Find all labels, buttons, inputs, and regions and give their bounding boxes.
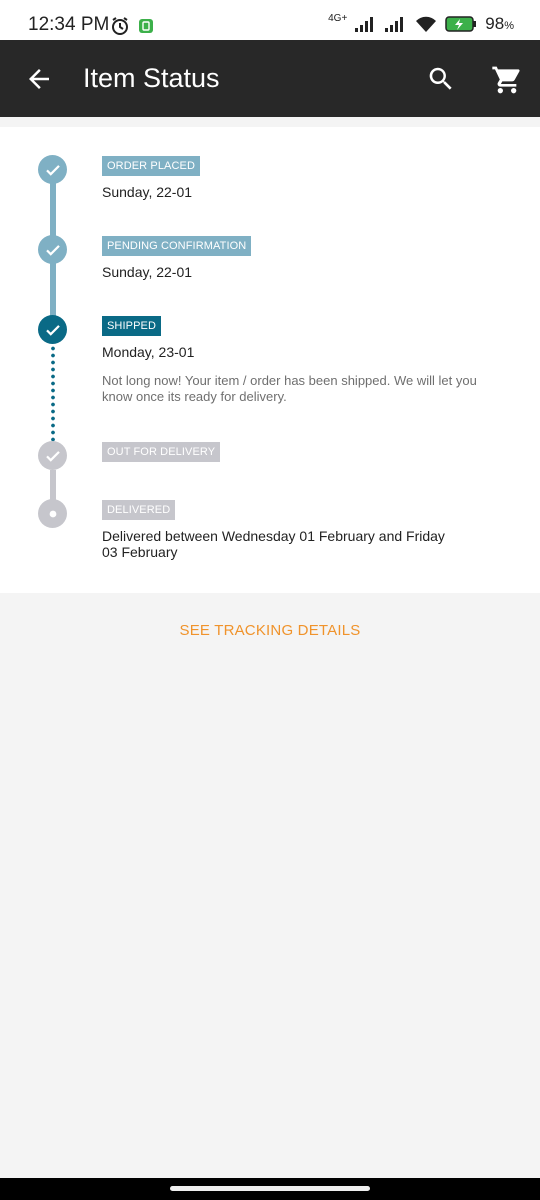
battery-level: 98	[485, 14, 505, 33]
status-badge-pending-confirmation: PENDING CONFIRMATION	[102, 236, 252, 256]
app-bar: Item Status	[0, 40, 540, 117]
step-check-icon	[38, 155, 67, 184]
alarm-icon	[112, 17, 128, 35]
app-notification-icon	[139, 19, 153, 33]
status-badge-out-for-delivery: OUT FOR DELIVERY	[102, 442, 221, 462]
status-badge-order-placed: ORDER PLACED	[102, 156, 200, 176]
arrow-back-icon[interactable]	[24, 64, 54, 94]
home-gesture-handle[interactable]	[170, 1186, 370, 1191]
timeline-connector	[50, 183, 56, 238]
timeline-connector-dotted	[51, 345, 55, 443]
step-date: Sunday, 22-01	[102, 264, 193, 280]
step-description: Not long now! Your item / order has been…	[102, 373, 477, 404]
status-bar: 12:34 PM 4G+ 98%	[0, 0, 540, 40]
signal-icon-secondary	[385, 17, 404, 32]
status-time: 12:34 PM	[28, 14, 110, 35]
battery-unit: %	[504, 20, 514, 32]
step-check-icon	[38, 315, 67, 344]
step-date: Sunday, 22-01	[102, 184, 193, 200]
step-pending-icon	[38, 499, 67, 528]
system-navigation-bar	[0, 1178, 540, 1200]
status-badge-delivered: DELIVERED	[102, 500, 176, 520]
delivery-estimate: Delivered between Wednesday 01 February …	[102, 528, 445, 560]
wifi-icon	[416, 16, 437, 32]
battery-icon	[445, 16, 477, 32]
timeline-connector	[50, 263, 56, 318]
see-tracking-details-button[interactable]: SEE TRACKING DETAILS	[0, 622, 540, 639]
status-timeline-card: ORDER PLACED Sunday, 22-01 PENDING CONFI…	[0, 127, 540, 593]
timeline-connector	[50, 470, 56, 500]
step-check-icon	[38, 235, 67, 264]
step-check-icon	[38, 441, 67, 470]
step-date: Monday, 23-01	[102, 344, 195, 360]
page-title: Item Status	[83, 63, 220, 93]
cart-icon[interactable]	[490, 64, 524, 96]
status-badge-shipped: SHIPPED	[102, 316, 161, 336]
search-icon[interactable]	[426, 64, 456, 94]
network-type-label: 4G+	[328, 12, 348, 24]
signal-icon	[355, 17, 374, 32]
